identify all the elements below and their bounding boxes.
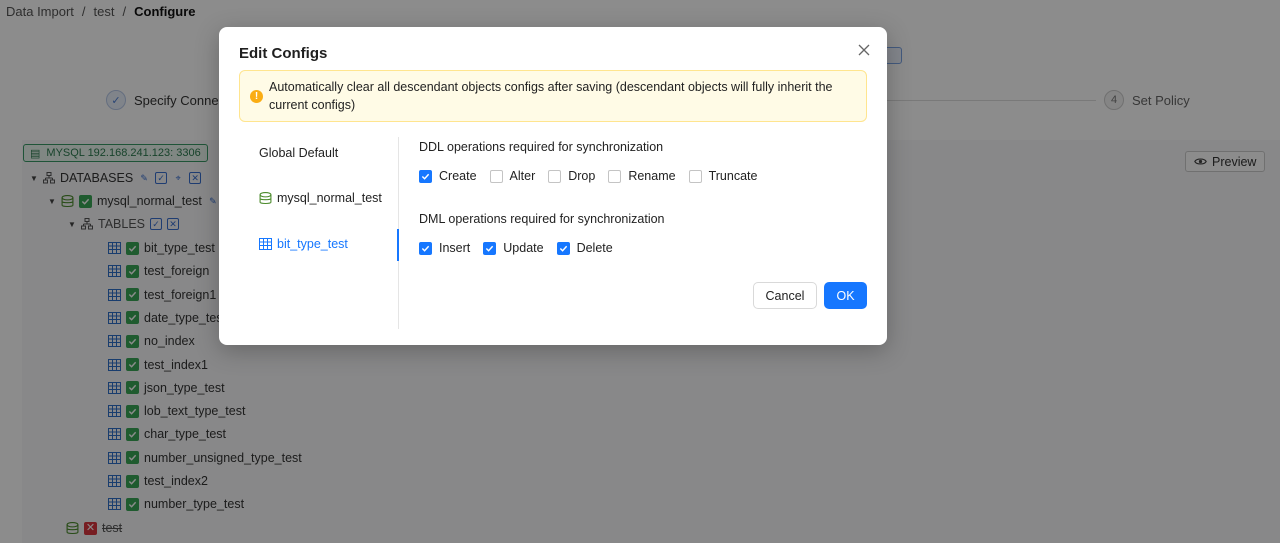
option-label: Drop — [568, 169, 596, 183]
ddl-options: Create Alter Drop Rename Truncate — [419, 169, 770, 183]
menu-label: Global Default — [259, 146, 339, 160]
close-icon — [858, 44, 870, 56]
active-indicator — [397, 229, 399, 261]
ddl-option-rename[interactable]: Rename — [608, 169, 676, 183]
warning-icon: ! — [250, 90, 263, 103]
warning-alert: ! Automatically clear all descendant obj… — [239, 70, 867, 122]
ok-button[interactable]: OK — [824, 282, 867, 309]
dml-options: Insert Update Delete — [419, 241, 626, 255]
menu-table[interactable]: bit_type_test — [259, 234, 348, 254]
checkbox-checked[interactable] — [556, 241, 570, 255]
dml-option-update[interactable]: Update — [483, 241, 544, 255]
checkbox-unchecked[interactable] — [608, 169, 622, 183]
option-label: Alter — [509, 169, 536, 183]
alert-text: Automatically clear all descendant objec… — [269, 80, 833, 112]
menu-label: mysql_normal_test — [277, 191, 382, 205]
checkbox-checked[interactable] — [483, 241, 497, 255]
ddl-option-create[interactable]: Create — [419, 169, 477, 183]
ddl-option-alter[interactable]: Alter — [489, 169, 536, 183]
option-label: Rename — [628, 169, 676, 183]
menu-label: bit_type_test — [277, 237, 348, 251]
menu-database[interactable]: mysql_normal_test — [259, 188, 382, 208]
cancel-button[interactable]: Cancel — [753, 282, 817, 309]
option-label: Create — [439, 169, 477, 183]
modal-title: Edit Configs — [239, 45, 328, 62]
option-label: Insert — [439, 241, 471, 255]
checkbox-unchecked[interactable] — [489, 169, 503, 183]
checkbox-checked[interactable] — [419, 241, 432, 255]
dml-option-insert[interactable]: Insert — [419, 241, 470, 255]
menu-global-default[interactable]: Global Default — [259, 143, 338, 163]
ddl-option-truncate[interactable]: Truncate — [688, 169, 758, 183]
ddl-option-drop[interactable]: Drop — [548, 169, 595, 183]
option-label: Truncate — [708, 169, 758, 183]
close-button[interactable] — [855, 41, 873, 59]
dml-section-title: DML operations required for synchronizat… — [419, 212, 665, 226]
table-icon — [259, 238, 272, 250]
option-label: Update — [503, 241, 544, 255]
option-label: Delete — [576, 241, 613, 255]
edit-configs-modal: Edit Configs ! Automatically clear all d… — [219, 27, 887, 345]
config-scope-menu: Global Default mysql_normal_test bit_typ… — [239, 137, 399, 329]
checkbox-checked[interactable] — [419, 169, 432, 183]
database-icon — [259, 191, 272, 204]
ddl-section-title: DDL operations required for synchronizat… — [419, 140, 664, 154]
checkbox-unchecked[interactable] — [548, 169, 562, 183]
checkbox-unchecked[interactable] — [688, 169, 702, 183]
dml-option-delete[interactable]: Delete — [556, 241, 613, 255]
